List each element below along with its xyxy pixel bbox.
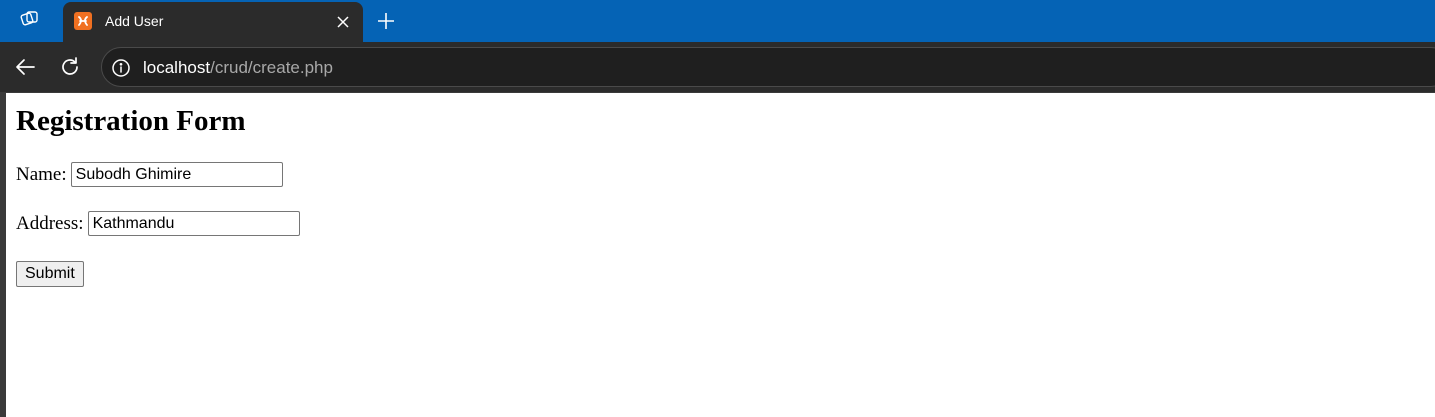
reload-icon	[62, 57, 78, 75]
close-icon	[337, 16, 349, 28]
workspaces-icon	[19, 7, 41, 33]
name-label: Name:	[16, 163, 67, 185]
xampp-icon	[74, 12, 92, 30]
url-path: /crud/create.php	[210, 58, 333, 77]
page-viewport: Registration Form Name: Address: Submit	[6, 93, 1435, 417]
site-info-button[interactable]	[110, 57, 132, 79]
address-label: Address:	[16, 212, 84, 234]
back-arrow-icon	[16, 59, 35, 75]
reload-button[interactable]	[57, 54, 83, 80]
info-icon	[112, 59, 130, 77]
address-bar[interactable]: localhost/crud/create.php	[101, 47, 1435, 87]
tab-strip: Add User	[0, 0, 1435, 42]
workspaces-button[interactable]	[14, 6, 46, 34]
plus-icon	[378, 13, 394, 29]
browser-toolbar: localhost/crud/create.php	[0, 42, 1435, 92]
tab-title: Add User	[105, 13, 164, 29]
submit-button[interactable]: Submit	[16, 261, 84, 287]
page-title: Registration Form	[16, 105, 246, 137]
back-button[interactable]	[12, 54, 38, 80]
url-host: localhost	[143, 58, 211, 77]
url-text[interactable]: localhost/crud/create.php	[143, 58, 333, 78]
tab-add-user[interactable]: Add User	[63, 2, 363, 42]
new-tab-button[interactable]	[373, 8, 399, 34]
name-row: Name:	[16, 162, 283, 187]
address-field[interactable]	[87, 211, 300, 236]
close-tab-button[interactable]	[333, 12, 353, 32]
address-row: Address:	[16, 211, 300, 236]
name-field[interactable]	[70, 162, 283, 187]
